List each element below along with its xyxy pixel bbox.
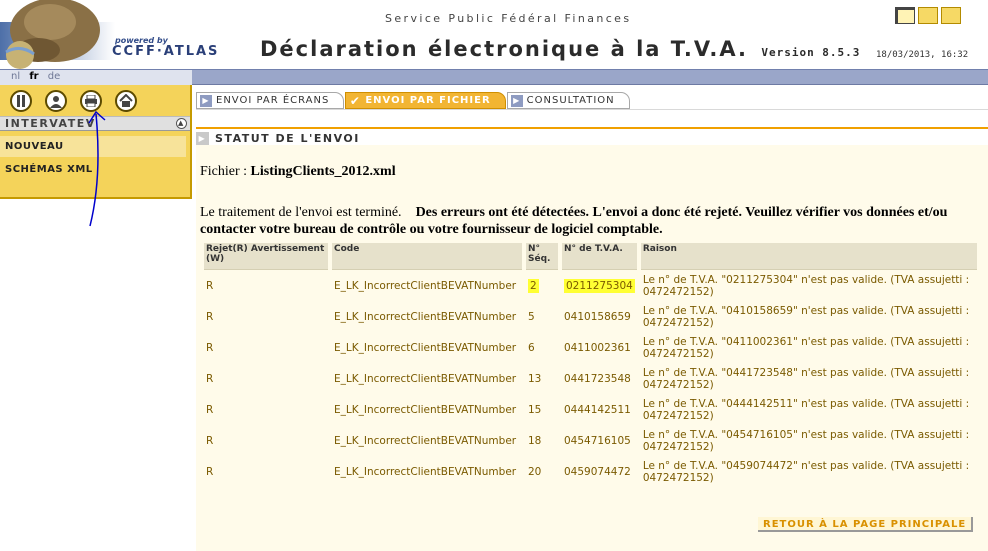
user-icon[interactable] bbox=[45, 90, 67, 112]
version-label: Version 8.5.3 bbox=[761, 46, 861, 59]
section-rule bbox=[196, 127, 988, 129]
cell-seq: 6 bbox=[528, 341, 535, 354]
tab-label: CONSULTATION bbox=[526, 95, 615, 106]
cell-seq: 20 bbox=[528, 465, 542, 478]
cell-type: R bbox=[206, 279, 214, 292]
cell-reason: Le n° de T.V.A. "0454716105" n'est pas v… bbox=[642, 428, 970, 453]
cell-code: E_LK_IncorrectClientBEVATNumber bbox=[334, 465, 517, 478]
col-seq: N° Séq. bbox=[526, 243, 558, 270]
cell-vat: 0459074472 bbox=[564, 465, 631, 478]
col-type: Rejet(R) Avertissement (W) bbox=[204, 243, 328, 270]
cell-seq: 5 bbox=[528, 310, 535, 323]
header: powered by CCFF·ATLAS Service Public Féd… bbox=[0, 0, 988, 70]
table-row: R E_LK_IncorrectClientBEVATNumber 18 045… bbox=[204, 425, 977, 456]
lang-de[interactable]: de bbox=[48, 71, 61, 82]
cell-reason: Le n° de T.V.A. "0441723548" n'est pas v… bbox=[642, 366, 970, 391]
file-line: Fichier : ListingClients_2012.xml bbox=[200, 164, 396, 180]
cell-type: R bbox=[206, 341, 214, 354]
cell-reason: Le n° de T.V.A. "0410158659" n'est pas v… bbox=[642, 304, 970, 329]
file-label: Fichier : bbox=[200, 164, 248, 179]
layout-frames-icon[interactable] bbox=[895, 7, 915, 24]
cell-seq: 2 bbox=[526, 270, 558, 301]
home-icon[interactable] bbox=[115, 90, 137, 112]
cell-code: E_LK_IncorrectClientBEVATNumber bbox=[334, 372, 517, 385]
chevron-right-icon: ▶ bbox=[510, 94, 523, 107]
cell-type: R bbox=[206, 310, 214, 323]
chevron-right-icon: ▶ bbox=[200, 94, 212, 107]
lang-fr[interactable]: fr bbox=[29, 71, 38, 82]
status-message: Le traitement de l'envoi est terminé. De… bbox=[200, 204, 960, 238]
language-selector: nl fr de bbox=[0, 70, 192, 85]
file-name: ListingClients_2012.xml bbox=[250, 164, 396, 179]
table-row: R E_LK_IncorrectClientBEVATNumber 20 045… bbox=[204, 456, 977, 487]
table-row: R E_LK_IncorrectClientBEVATNumber 6 0411… bbox=[204, 332, 977, 363]
cell-reason: Le n° de T.V.A. "0459074472" n'est pas v… bbox=[642, 459, 970, 484]
table-header-row: Rejet(R) Avertissement (W) Code N° Séq. … bbox=[204, 243, 977, 270]
cell-vat: 0411002361 bbox=[564, 341, 631, 354]
tab-envoi-par-fichier[interactable]: ✔ ENVOI PAR FICHIER bbox=[345, 92, 506, 109]
cell-type: R bbox=[206, 372, 214, 385]
layout-switcher bbox=[895, 7, 961, 24]
cell-code: E_LK_IncorrectClientBEVATNumber bbox=[334, 403, 517, 416]
brand-name: CCFF·ATLAS bbox=[112, 44, 220, 59]
page-title: Déclaration électronique à la T.V.A. Ver… bbox=[260, 37, 860, 61]
cell-code: E_LK_IncorrectClientBEVATNumber bbox=[334, 279, 517, 292]
toolbar-icons bbox=[10, 90, 137, 112]
language-bar: nl fr de bbox=[0, 69, 988, 85]
table-row: R E_LK_IncorrectClientBEVATNumber 5 0410… bbox=[204, 301, 977, 332]
return-main-page-button[interactable]: RETOUR À LA PAGE PRINCIPALE bbox=[758, 517, 974, 532]
cell-reason: Le n° de T.V.A. "0211275304" n'est pas v… bbox=[642, 273, 970, 298]
col-vat: N° de T.V.A. bbox=[562, 243, 637, 270]
cell-code: E_LK_IncorrectClientBEVATNumber bbox=[334, 341, 517, 354]
table-row: R E_LK_IncorrectClientBEVATNumber 15 044… bbox=[204, 394, 977, 425]
cell-code: E_LK_IncorrectClientBEVATNumber bbox=[334, 434, 517, 447]
layout-full-icon[interactable] bbox=[941, 7, 961, 24]
cell-vat: 0441723548 bbox=[564, 372, 631, 385]
cell-code: E_LK_IncorrectClientBEVATNumber bbox=[334, 310, 517, 323]
tab-label: ENVOI PAR ÉCRANS bbox=[216, 95, 330, 106]
cell-vat: 0444142511 bbox=[564, 403, 631, 416]
tab-envoi-par-ecrans[interactable]: ▶ ENVOI PAR ÉCRANS bbox=[196, 92, 345, 109]
annotation-arrow-icon bbox=[88, 110, 106, 227]
tab-bar: ▶ ENVOI PAR ÉCRANS ✔ ENVOI PAR FICHIER ▶… bbox=[196, 92, 631, 110]
results-table: Rejet(R) Avertissement (W) Code N° Séq. … bbox=[200, 243, 981, 487]
highlight-seq: 2 bbox=[528, 278, 539, 293]
tab-label: ENVOI PAR FICHIER bbox=[365, 95, 491, 106]
tab-consultation[interactable]: ▶ CONSULTATION bbox=[506, 92, 630, 109]
title-text: Déclaration électronique à la T.V.A. bbox=[260, 37, 749, 61]
cell-vat: 0410158659 bbox=[564, 310, 631, 323]
help-icon[interactable] bbox=[10, 90, 32, 112]
section-heading-text: STATUT DE L'ENVOI bbox=[215, 131, 360, 145]
cell-seq: 15 bbox=[528, 403, 542, 416]
cell-vat: 0211275304 bbox=[562, 270, 637, 301]
cell-vat: 0454716105 bbox=[564, 434, 631, 447]
table-row: R E_LK_IncorrectClientBEVATNumber 13 044… bbox=[204, 363, 977, 394]
datetime: 18/03/2013, 16:32 bbox=[876, 50, 969, 60]
col-reason: Raison bbox=[640, 243, 977, 270]
lang-nl[interactable]: nl bbox=[11, 71, 20, 82]
chevron-down-icon: ✔ bbox=[349, 93, 361, 108]
section-heading: ▶ STATUT DE L'ENVOI bbox=[196, 131, 988, 145]
atlas-logo-art bbox=[0, 0, 115, 69]
cell-seq: 13 bbox=[528, 372, 542, 385]
cell-type: R bbox=[206, 465, 214, 478]
col-code: Code bbox=[332, 243, 522, 270]
cell-seq: 18 bbox=[528, 434, 542, 447]
cell-type: R bbox=[206, 434, 214, 447]
collapse-icon[interactable]: ▲ bbox=[176, 118, 187, 129]
tab-divider bbox=[196, 109, 988, 110]
service-name: Service Public Fédéral Finances bbox=[385, 12, 632, 25]
message-plain: Le traitement de l'envoi est terminé. bbox=[200, 205, 402, 220]
cell-type: R bbox=[206, 403, 214, 416]
highlight-vat: 0211275304 bbox=[564, 278, 635, 293]
cell-reason: Le n° de T.V.A. "0411002361" n'est pas v… bbox=[642, 335, 970, 360]
cell-reason: Le n° de T.V.A. "0444142511" n'est pas v… bbox=[642, 397, 970, 422]
layout-split-icon[interactable] bbox=[918, 7, 938, 24]
table-row: R E_LK_IncorrectClientBEVATNumber 2 0211… bbox=[204, 270, 977, 301]
chevron-right-icon: ▶ bbox=[196, 131, 209, 145]
